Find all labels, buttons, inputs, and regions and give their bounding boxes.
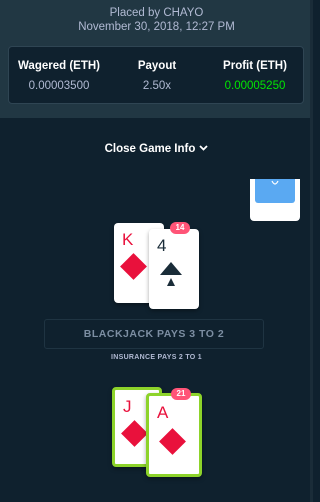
wagered-value: 0.00003500 bbox=[28, 80, 90, 92]
deck-card bbox=[250, 179, 300, 221]
scrollbar-track[interactable] bbox=[310, 0, 313, 502]
dealer-card-2: 4 bbox=[149, 229, 199, 309]
insurance-text: INSURANCE PAYS 2 TO 1 bbox=[111, 354, 202, 361]
payout-value: 2.50x bbox=[142, 80, 172, 92]
diamond-suit-icon bbox=[121, 420, 148, 447]
blackjack-pays-banner: BLACKJACK PAYS 3 TO 2 bbox=[44, 319, 264, 349]
wagered-label: Wagered (ETH) bbox=[18, 60, 100, 72]
profit-value: 0.00005250 bbox=[224, 80, 286, 92]
profit-stat: Profit (ETH) 0.00005250 bbox=[205, 47, 305, 105]
card-rank: 4 bbox=[157, 236, 167, 255]
game-info-panel: Placed by CHAYO November 30, 2018, 12:27… bbox=[0, 0, 313, 118]
bet-stats-box: Wagered (ETH) 0.00003500 Payout 2.50x Pr… bbox=[8, 46, 304, 104]
player-total-badge: 21 bbox=[171, 388, 191, 400]
payout-label: Payout bbox=[137, 60, 177, 72]
close-game-info-button[interactable]: Close Game Info bbox=[0, 143, 313, 155]
chevron-down-icon bbox=[199, 143, 209, 153]
card-rank: A bbox=[157, 403, 169, 422]
diamond-suit-icon bbox=[159, 428, 186, 455]
dealer-total-badge: 14 bbox=[170, 222, 190, 234]
diamond-suit-icon bbox=[120, 253, 147, 280]
card-rank: K bbox=[122, 230, 134, 249]
placed-by-text: Placed by CHAYO bbox=[109, 7, 204, 19]
spade-suit-icon bbox=[160, 262, 182, 286]
payout-stat: Payout 2.50x bbox=[107, 47, 207, 105]
profit-label: Profit (ETH) bbox=[223, 60, 287, 72]
placed-date-text: November 30, 2018, 12:27 PM bbox=[78, 21, 235, 33]
player-card-2: A bbox=[146, 393, 202, 477]
close-game-info-label: Close Game Info bbox=[104, 143, 196, 155]
card-rank: J bbox=[123, 397, 132, 416]
card-back-glyph-icon bbox=[271, 180, 279, 185]
wagered-stat: Wagered (ETH) 0.00003500 bbox=[9, 47, 109, 105]
card-back-pattern bbox=[255, 179, 295, 203]
